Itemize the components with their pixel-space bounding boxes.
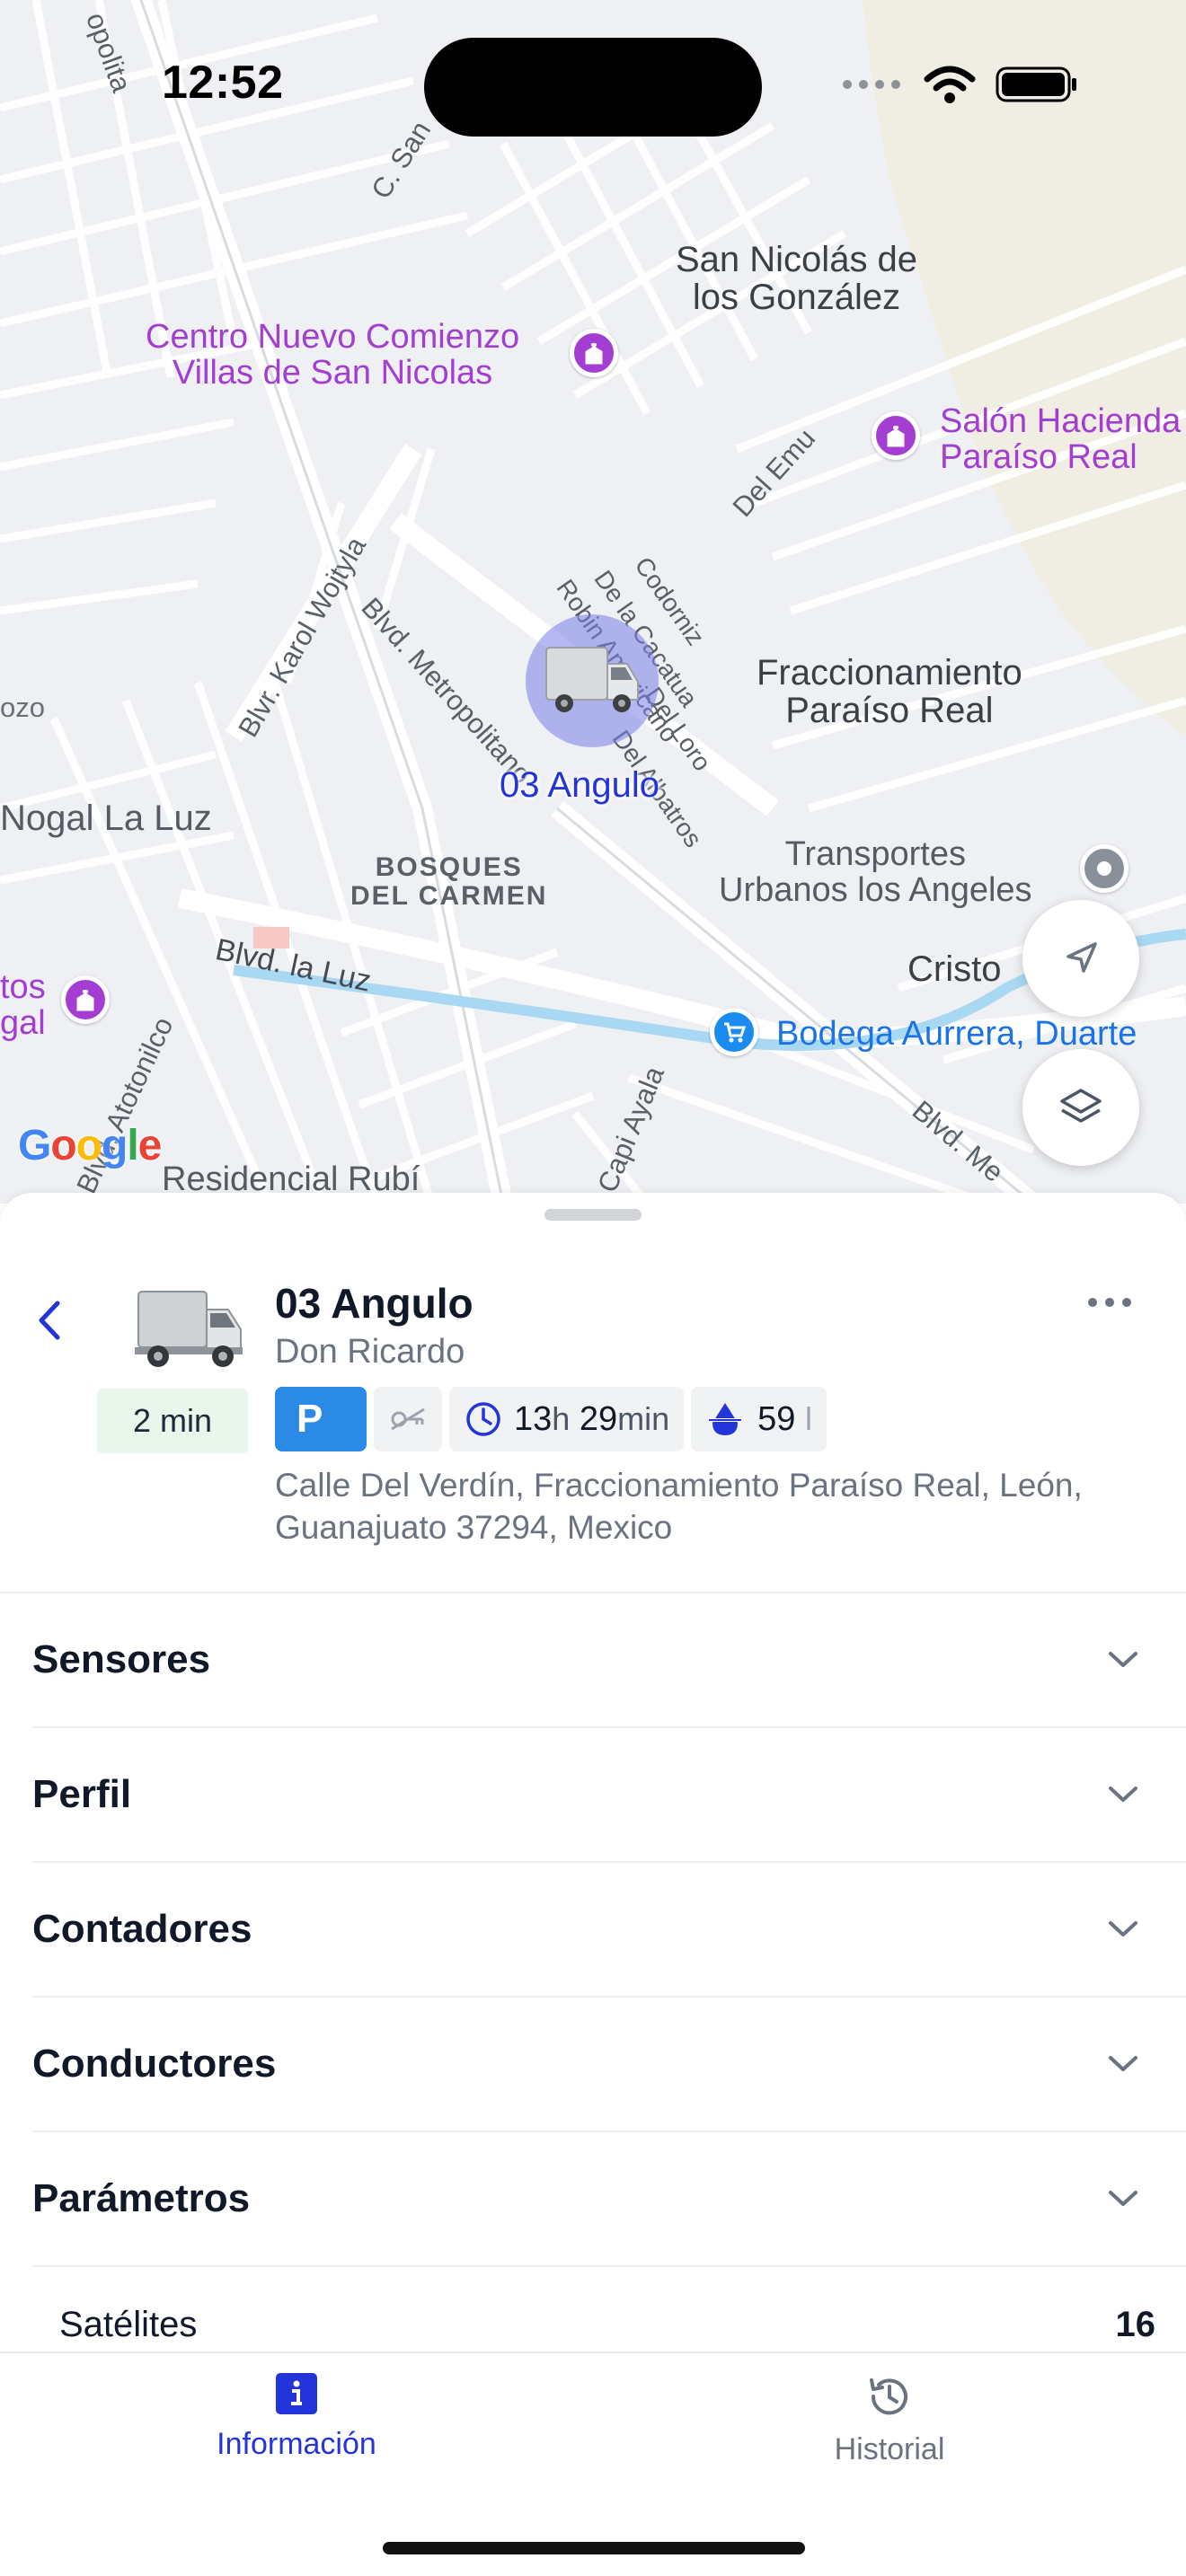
map-poi-label: Centro Nuevo Comienzo Villas de San Nico… [146,318,520,392]
layers-icon [1060,1089,1102,1123]
shopping-cart-pin-icon[interactable] [710,1008,758,1056]
chevron-down-icon [1105,2181,1141,2217]
ignition-status-chip [374,1387,442,1451]
chevron-down-icon [1105,1777,1141,1813]
truck-icon [135,1291,243,1367]
map-poi-label: tos gal [0,968,46,1042]
section-parametros[interactable]: Parámetros [32,2132,1186,2267]
section-conductores[interactable]: Conductores [32,1998,1186,2132]
vehicle-thumbnail [135,1283,247,1372]
section-perfil[interactable]: Perfil [32,1728,1186,1863]
vehicle-marker-label: 03 Angulo [500,765,659,805]
navigate-button[interactable] [1022,900,1139,1017]
ellipsis-icon [1088,1298,1131,1307]
fuel-unit: l [805,1400,813,1437]
history-icon [870,2378,907,2415]
map-poi-label: Salón Hacienda Paraíso Real [940,402,1182,476]
duration-hours-unit: h [552,1400,571,1437]
fuel-icon [708,1403,743,1435]
duration-hours: 13 [514,1399,553,1438]
church-pin-icon[interactable] [872,411,920,460]
section-title: Sensores [32,1637,211,1681]
fuel-value: 59 [757,1399,796,1438]
section-title: Conductores [32,2042,277,2086]
last-update-badge: 2 min [97,1389,248,1453]
section-contadores[interactable]: Contadores [32,1863,1186,1998]
tab-bar: Información Historial [0,2351,1186,2576]
chevron-down-icon [1105,1911,1141,1947]
dynamic-island [424,38,762,137]
home-indicator [383,2542,805,2554]
tab-historial[interactable]: Historial [728,2371,1051,2467]
map-area-label: Nogal La Luz [0,798,212,838]
chevron-down-icon [1105,1642,1141,1678]
duration-chip: 13 h 29 min [449,1387,685,1451]
map-area-label: BOSQUES DEL CARMEN [350,852,548,911]
map-layers-button[interactable] [1022,1049,1139,1166]
parking-status-chip: P [275,1387,367,1451]
section-title: Perfil [32,1772,132,1816]
transit-pin-icon[interactable] [1080,844,1128,893]
status-icons [841,65,1078,104]
back-button[interactable] [27,1293,72,1347]
clock-icon [466,1402,500,1436]
vehicle-map-marker[interactable] [526,614,659,747]
google-logo: Google [18,1122,162,1169]
sheet-grabber[interactable] [544,1209,642,1221]
status-chips: P 13 h 29 min 59 l [275,1387,828,1451]
chevron-left-icon [39,1301,60,1340]
battery-icon [996,66,1076,102]
church-pin-icon[interactable] [61,975,110,1024]
section-sensores[interactable]: Sensores [32,1593,1186,1728]
chevron-down-icon [1105,2046,1141,2082]
section-title: Parámetros [32,2176,251,2220]
map-poi-label: Bodega Aurrera, Duarte [776,1015,1137,1053]
driver-name: Don Ricardo [275,1333,465,1371]
parameter-value: 16 [1115,2305,1156,2344]
vehicle-name: 03 Angulo [275,1280,474,1327]
duration-minutes-unit: min [617,1400,670,1437]
section-title: Contadores [32,1907,252,1951]
truck-icon [545,647,639,712]
tab-label: Información [217,2427,376,2461]
parameter-label: Satélites [59,2305,198,2344]
church-pin-icon[interactable] [570,329,618,377]
map-view[interactable]: opolita C. San San Nicolás de los Gonzál… [0,0,1186,1204]
wifi-icon [924,66,976,103]
map-road-label: ozo [0,692,45,723]
more-options-button[interactable] [1078,1284,1141,1320]
tab-label: Historial [834,2432,945,2466]
parameter-row-satellites: Satélites 16 [59,2305,1155,2345]
map-area-label: Fraccionamiento Paraíso Real [757,653,1022,730]
signal-dots-icon [843,80,900,89]
vehicle-address: Calle Del Verdín, Fraccionamiento Paraís… [275,1467,1083,1546]
map-area-label: Cristo [907,949,1002,989]
navigation-arrow-icon [1067,942,1097,973]
tab-informacion[interactable]: Información [135,2371,458,2462]
info-icon [276,2373,317,2414]
status-time: 12:52 [162,57,284,109]
ignition-off-icon [391,1407,425,1431]
map-area-label: San Nicolás de los González [676,240,918,317]
map-poi-label: Transportes Urbanos los Angeles [719,835,1032,909]
fuel-chip: 59 l [691,1387,828,1451]
duration-minutes: 29 [579,1399,618,1438]
